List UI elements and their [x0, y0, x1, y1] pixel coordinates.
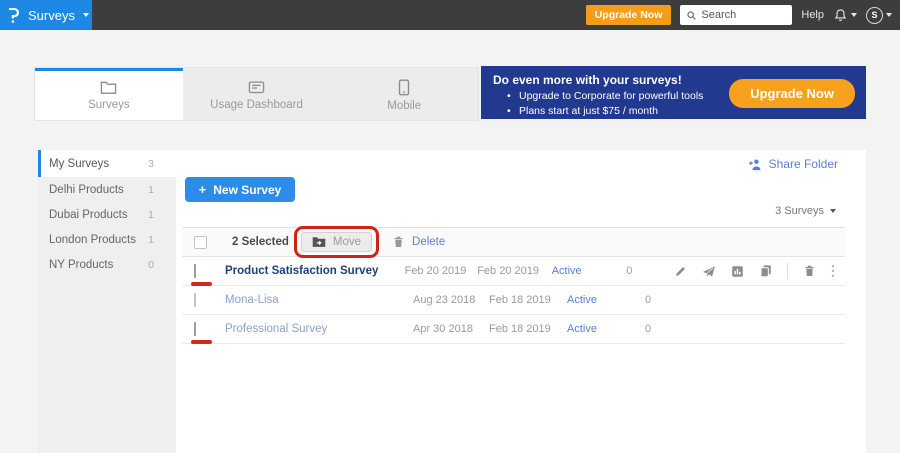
search-input[interactable] [701, 9, 786, 21]
account-menu[interactable]: S [866, 7, 892, 24]
move-label: Move [333, 236, 361, 248]
notifications-menu[interactable] [833, 8, 857, 23]
survey-title-link[interactable]: Professional Survey [225, 323, 413, 335]
folders-sidebar: My Surveys 3 Delhi Products 1 Dubai Prod… [38, 150, 176, 453]
bulk-actions-row: 2 Selected Move Delete [182, 227, 845, 257]
surveys-count-dropdown[interactable]: 3 Surveys [775, 205, 836, 217]
upgrade-now-button[interactable]: Upgrade Now [586, 5, 672, 25]
folder-count: 0 [148, 259, 154, 271]
proprofs-logo-icon [8, 7, 20, 24]
folder-count: 1 [148, 209, 154, 221]
sidebar-item-my-surveys[interactable]: My Surveys 3 [38, 150, 176, 177]
delete-label: Delete [412, 236, 445, 248]
move-button[interactable]: Move [301, 232, 372, 252]
responses-count: 0 [645, 294, 695, 306]
table-row: Product Satisfaction Survey Feb 20 2019 … [182, 257, 845, 286]
sidebar-item-london-products[interactable]: London Products 1 [38, 227, 176, 252]
folder-count: 1 [148, 184, 154, 196]
edit-icon[interactable] [674, 265, 687, 278]
responses-count: 0 [626, 265, 674, 277]
created-date: Apr 30 2018 [413, 323, 489, 335]
dashboard-icon [248, 80, 265, 95]
mobile-icon [398, 79, 410, 96]
share-folder-label: Share Folder [769, 157, 838, 171]
chevron-down-icon [886, 13, 892, 17]
promo-banner: Do even more with your surveys! Upgrade … [481, 66, 866, 119]
row-checkbox[interactable] [194, 264, 196, 278]
select-all-checkbox[interactable] [194, 236, 207, 249]
sidebar-item-ny-products[interactable]: NY Products 0 [38, 252, 176, 277]
bell-icon [833, 8, 848, 23]
new-survey-button[interactable]: + New Survey [185, 177, 295, 202]
row-checkbox[interactable] [194, 293, 196, 307]
red-annotation-box: Move [294, 226, 379, 258]
status-badge: Active [567, 323, 645, 335]
modified-date: Feb 18 2019 [489, 323, 567, 335]
divider [787, 263, 788, 279]
move-folder-icon [312, 236, 326, 248]
chevron-down-icon [830, 209, 836, 213]
sidebar-item-dubai-products[interactable]: Dubai Products 1 [38, 202, 176, 227]
tab-mobile[interactable]: Mobile [330, 68, 478, 120]
send-icon[interactable] [702, 265, 716, 278]
help-link[interactable]: Help [801, 9, 824, 21]
sidebar-item-delhi-products[interactable]: Delhi Products 1 [38, 177, 176, 202]
share-folder-button[interactable]: Share Folder [748, 157, 838, 171]
surveys-table: 2 Selected Move Delete Product Satisfact… [182, 227, 845, 344]
banner-upgrade-button[interactable]: Upgrade Now [729, 79, 855, 108]
chevron-down-icon [83, 13, 89, 17]
selected-count-label: 2 Selected [232, 236, 289, 248]
topbar: Surveys Upgrade Now Help S [0, 0, 900, 30]
avatar: S [866, 7, 883, 24]
trash-icon[interactable] [803, 264, 816, 278]
table-row: Professional Survey Apr 30 2018 Feb 18 2… [182, 315, 845, 344]
survey-title-link[interactable]: Mona-Lisa [225, 294, 413, 306]
tab-usage-dashboard[interactable]: Usage Dashboard [183, 68, 331, 120]
app-switcher[interactable]: Surveys [0, 0, 92, 30]
search-box[interactable] [680, 5, 792, 25]
created-date: Feb 20 2019 [405, 265, 478, 277]
survey-title-link[interactable]: Product Satisfaction Survey [225, 265, 405, 277]
modified-date: Feb 20 2019 [477, 265, 552, 277]
copy-icon[interactable] [759, 264, 772, 278]
modified-date: Feb 18 2019 [489, 294, 567, 306]
row-checkbox[interactable] [194, 322, 196, 336]
trash-icon [392, 235, 405, 249]
folder-icon [100, 80, 117, 95]
share-folder-icon [748, 158, 763, 171]
table-row: Mona-Lisa Aug 23 2018 Feb 18 2019 Active… [182, 286, 845, 315]
search-icon [686, 10, 697, 21]
folder-count: 1 [148, 234, 154, 246]
red-underline-annotation [191, 282, 212, 286]
red-underline-annotation [191, 340, 212, 344]
folder-count: 3 [148, 158, 154, 170]
report-icon[interactable] [731, 265, 744, 278]
tab-bar: Surveys Usage Dashboard Mobile [35, 68, 478, 120]
plus-icon: + [199, 182, 207, 197]
status-badge: Active [567, 294, 645, 306]
main-panel: Share Folder + New Survey 3 Surveys 2 Se… [176, 150, 866, 453]
more-icon[interactable] [831, 264, 835, 278]
tab-surveys[interactable]: Surveys [35, 68, 183, 120]
created-date: Aug 23 2018 [413, 294, 489, 306]
responses-count: 0 [645, 323, 695, 335]
app-title: Surveys [28, 8, 75, 23]
chevron-down-icon [851, 13, 857, 17]
status-badge: Active [552, 265, 627, 277]
delete-button[interactable]: Delete [392, 235, 445, 249]
